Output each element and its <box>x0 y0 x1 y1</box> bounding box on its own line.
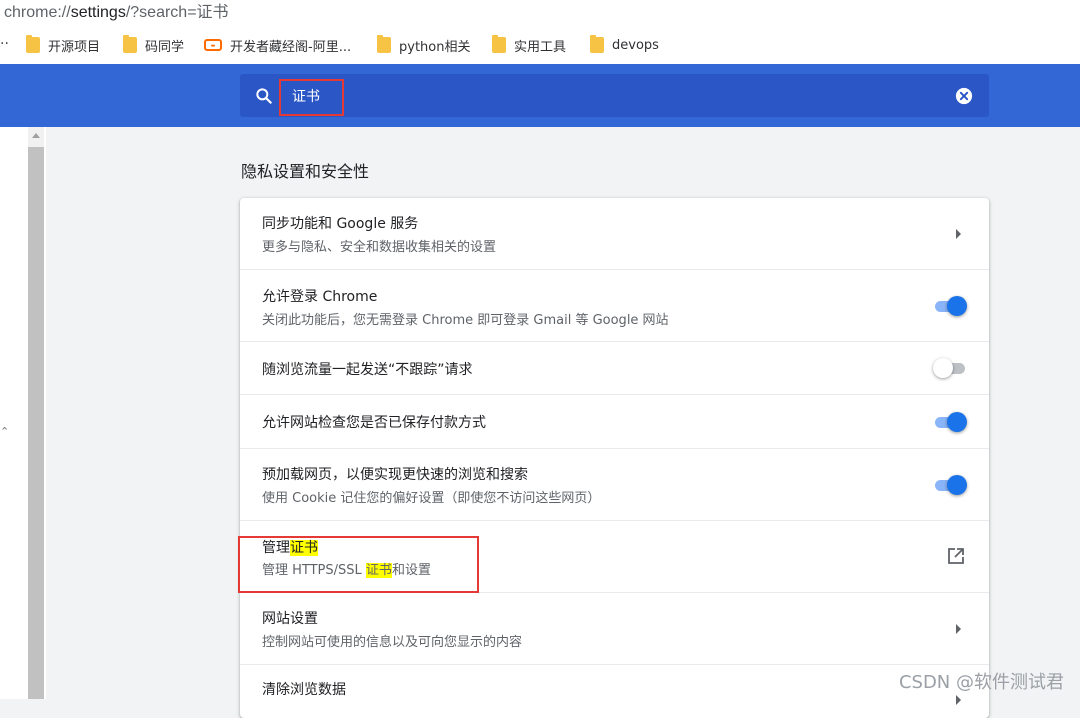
setting-row-preload: 预加载网页，以便实现更快速的浏览和搜索 使用 Cookie 记住您的偏好设置（即… <box>240 448 989 520</box>
setting-row-do-not-track: 随浏览流量一起发送“不跟踪”请求 <box>240 341 989 394</box>
section-title: 隐私设置和安全性 <box>241 162 370 181</box>
left-edge-mark: ⌃ <box>0 425 10 438</box>
bookmarks-bar: .. 开源项目 码同学 - 开发者藏经阁-阿里... python相关 实用工具… <box>0 24 1080 65</box>
row-title: 网站设置 <box>262 611 318 627</box>
address-bar[interactable]: chrome://settings/?search=证书 <box>0 0 1080 24</box>
setting-row-sync[interactable]: 同步功能和 Google 服务 更多与隐私、安全和数据收集相关的设置 <box>240 198 989 269</box>
chrome-login-toggle[interactable] <box>933 296 967 316</box>
row-title: 清除浏览数据 <box>262 682 346 698</box>
bookmark-item[interactable]: 实用工具 <box>492 35 566 55</box>
row-subtitle: 使用 Cookie 记住您的偏好设置（即使您不访问这些网页） <box>262 491 601 506</box>
annotation-highlight-box <box>279 79 344 116</box>
row-title: 预加载网页，以便实现更快速的浏览和搜索 <box>262 467 528 483</box>
setting-row-site-settings[interactable]: 网站设置 控制网站可使用的信息以及可向您显示的内容 <box>240 592 989 664</box>
row-subtitle: 关闭此功能后，您无需登录 Chrome 即可登录 Gmail 等 Google … <box>262 313 669 328</box>
url-text[interactable]: chrome://settings/?search=证书 <box>4 0 229 22</box>
arrow-right-icon <box>956 695 961 705</box>
setting-row-chrome-login: 允许登录 Chrome 关闭此功能后，您无需登录 Chrome 即可登录 Gma… <box>240 269 989 341</box>
folder-icon <box>492 35 506 53</box>
row-title: 同步功能和 Google 服务 <box>262 216 419 232</box>
folder-icon <box>377 35 391 53</box>
watermark: CSDN @软件测试君 <box>898 672 1064 693</box>
bookmark-item[interactable]: 码同学 <box>123 35 184 55</box>
aliyun-icon: - <box>204 39 222 51</box>
arrow-right-icon <box>956 624 961 634</box>
row-subtitle: 更多与隐私、安全和数据收集相关的设置 <box>262 240 497 255</box>
do-not-track-toggle[interactable] <box>933 358 967 378</box>
external-link-icon[interactable] <box>947 547 965 565</box>
bookmarks-overflow[interactable]: .. <box>0 32 9 48</box>
folder-icon <box>26 35 40 53</box>
bookmark-item[interactable]: 开源项目 <box>26 35 100 55</box>
payment-methods-toggle[interactable] <box>933 412 967 432</box>
clear-search-icon[interactable] <box>955 87 973 105</box>
settings-search-box[interactable]: 证书 <box>240 74 989 117</box>
folder-icon <box>590 35 604 53</box>
setting-row-payment-methods: 允许网站检查您是否已保存付款方式 <box>240 394 989 448</box>
row-title: 随浏览流量一起发送“不跟踪”请求 <box>262 362 473 378</box>
privacy-settings-card: 同步功能和 Google 服务 更多与隐私、安全和数据收集相关的设置 允许登录 … <box>240 198 989 718</box>
folder-icon <box>123 35 137 53</box>
row-title: 允许网站检查您是否已保存付款方式 <box>262 415 486 431</box>
setting-row-clear-browsing-data[interactable]: 清除浏览数据 <box>240 664 989 718</box>
settings-header: 证书 <box>0 64 1080 127</box>
search-icon <box>256 88 272 104</box>
arrow-right-icon <box>956 229 961 239</box>
scroll-up-icon[interactable] <box>28 127 44 145</box>
row-subtitle: 控制网站可使用的信息以及可向您显示的内容 <box>262 635 523 650</box>
row-title: 允许登录 Chrome <box>262 289 378 305</box>
annotation-highlight-box <box>238 536 479 593</box>
preload-toggle[interactable] <box>933 475 967 495</box>
bookmark-item[interactable]: - 开发者藏经阁-阿里... <box>204 36 351 55</box>
bookmark-item[interactable]: python相关 <box>377 35 470 55</box>
scrollbar-thumb[interactable] <box>28 147 44 699</box>
bookmark-item[interactable]: devops <box>590 35 659 54</box>
